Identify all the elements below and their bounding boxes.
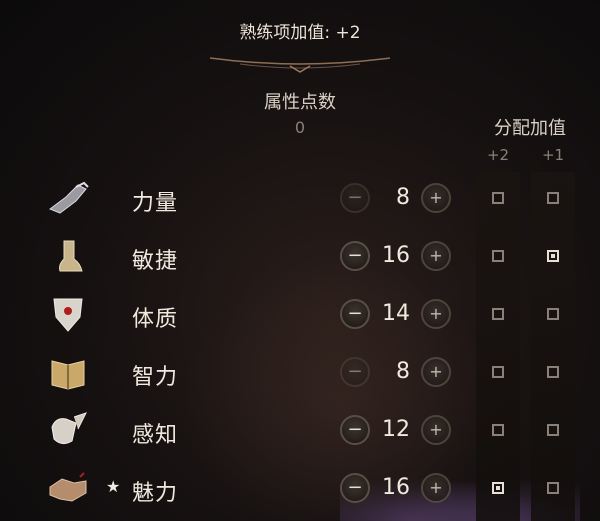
plus2-checkbox[interactable] (492, 366, 504, 378)
attribute-row-dexterity: 敏捷 − 16 + (0, 229, 600, 285)
alloc-plus2-header: +2 (486, 146, 510, 164)
plus1-checkbox[interactable] (547, 250, 559, 262)
increase-button[interactable]: + (421, 415, 451, 445)
plus2-checkbox[interactable] (492, 192, 504, 204)
increase-button[interactable]: + (421, 183, 451, 213)
boot-icon (59, 240, 83, 272)
attribute-name: 魅力 (132, 481, 179, 506)
attribute-name: 体质 (132, 307, 179, 332)
scroll-book-icon (51, 360, 85, 390)
decrease-button[interactable]: − (340, 473, 370, 503)
attribute-name: 力量 (132, 191, 179, 216)
decrease-button[interactable]: − (340, 357, 370, 387)
ability-points-title: 属性点数 (264, 92, 336, 113)
increase-button[interactable]: + (421, 473, 451, 503)
shield-heart-icon (53, 298, 83, 332)
attribute-value: 8 (396, 359, 410, 384)
plus2-checkbox[interactable] (492, 424, 504, 436)
attribute-row-strength: 力量 − 8 + (0, 171, 600, 227)
attribute-value: 14 (382, 301, 410, 326)
attribute-value: 16 (382, 475, 410, 500)
increase-button[interactable]: + (421, 299, 451, 329)
attribute-value: 8 (396, 185, 410, 210)
plus1-checkbox[interactable] (547, 424, 559, 436)
plus2-checkbox[interactable] (492, 308, 504, 320)
proficiency-bonus-label: 熟练项加值: +2 (239, 23, 361, 43)
attribute-value: 16 (382, 243, 410, 268)
attribute-row-charisma: ★ 魅力 − 16 + (0, 461, 600, 517)
favorite-star: ★ (106, 477, 121, 496)
alloc-plus1-header: +1 (541, 146, 565, 164)
gauntlet-icon (48, 181, 89, 214)
attribute-value: 12 (382, 417, 410, 442)
bonus-allocation-title: 分配加值 (494, 118, 566, 139)
attribute-row-intelligence: 智力 − 8 + (0, 345, 600, 401)
handshake-icon (49, 472, 87, 502)
hand-feather-icon (51, 412, 87, 445)
attribute-name: 感知 (132, 423, 179, 448)
plus1-checkbox[interactable] (547, 366, 559, 378)
plus1-checkbox[interactable] (547, 308, 559, 320)
decrease-button[interactable]: − (340, 183, 370, 213)
plus2-checkbox[interactable] (492, 250, 504, 262)
decrease-button[interactable]: − (340, 241, 370, 271)
plus2-checkbox[interactable] (492, 482, 504, 494)
decrease-button[interactable]: − (340, 299, 370, 329)
attribute-name: 智力 (132, 365, 179, 390)
increase-button[interactable]: + (421, 357, 451, 387)
plus1-checkbox[interactable] (547, 482, 559, 494)
increase-button[interactable]: + (421, 241, 451, 271)
ornamental-divider (209, 57, 391, 73)
attribute-name: 敏捷 (132, 249, 179, 274)
ability-points-remaining: 0 (294, 118, 306, 137)
plus1-checkbox[interactable] (547, 192, 559, 204)
attribute-row-constitution: 体质 − 14 + (0, 287, 600, 343)
decrease-button[interactable]: − (340, 415, 370, 445)
attribute-row-wisdom: 感知 − 12 + (0, 403, 600, 459)
